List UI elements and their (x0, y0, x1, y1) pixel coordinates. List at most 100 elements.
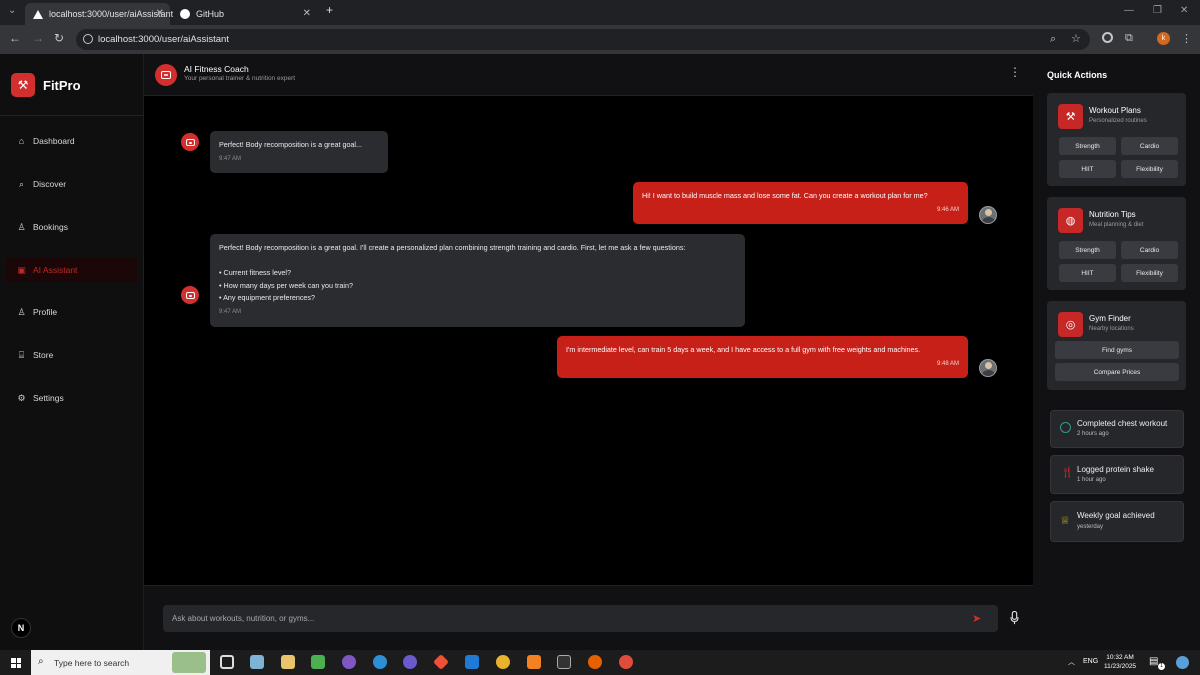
bot-avatar-icon (181, 133, 199, 151)
compare-prices-button[interactable]: Compare Prices (1055, 363, 1179, 381)
activity-item[interactable]: 🍴︎ Logged protein shake 1 hour ago (1050, 455, 1184, 494)
tray-chevron-icon[interactable]: ︿ (1068, 657, 1075, 667)
send-icon[interactable]: ➤ (972, 612, 981, 625)
tab-localhost[interactable]: localhost:3000/user/aiAssistant ✕ (25, 3, 173, 25)
windows-start-icon[interactable] (11, 658, 21, 668)
reload-icon[interactable]: ↻ (54, 31, 64, 45)
firefox-icon[interactable] (588, 655, 602, 669)
language-indicator[interactable]: ENG (1083, 658, 1098, 665)
cardio-button[interactable]: Cardio (1121, 137, 1178, 155)
chrome-icon[interactable] (496, 655, 510, 669)
minimize-icon[interactable]: — (1124, 5, 1134, 16)
chat-input[interactable] (163, 605, 998, 632)
tab-search-icon[interactable]: ⌄ (8, 5, 16, 16)
chat-message-user: I'm intermediate level, can train 5 days… (557, 336, 968, 379)
activity-item[interactable]: ♕ Weekly goal achieved yesterday (1050, 501, 1184, 542)
user-avatar (979, 206, 997, 224)
copilot-icon[interactable] (1176, 656, 1189, 669)
apple-icon: ◍ (1058, 208, 1083, 233)
sidebar-item-ai-assistant[interactable]: ▣ AI Assistant (6, 258, 137, 282)
message-text: Perfect! Body recomposition is a great g… (219, 140, 363, 149)
chat-message-user: Hi! I want to build muscle mass and lose… (633, 182, 968, 225)
site-info-icon[interactable] (83, 34, 93, 44)
divider (0, 115, 143, 116)
clock-date: 11/23/2025 (1104, 663, 1137, 670)
strength-button[interactable]: Strength (1059, 137, 1116, 155)
sidebar-item-discover[interactable]: ⌕ Discover (6, 172, 137, 196)
forward-icon[interactable]: → (32, 31, 44, 45)
cardio-button[interactable]: Cardio (1121, 241, 1178, 259)
vscode-icon[interactable] (465, 655, 479, 669)
chat-message-bot: Perfect! Body recomposition is a great g… (210, 234, 745, 327)
sidebar-item-bookings[interactable]: ♙ Bookings (6, 215, 137, 239)
close-window-icon[interactable]: ✕ (1180, 5, 1188, 16)
utensils-icon: 🍴︎ (1060, 467, 1074, 479)
hiit-button[interactable]: HIIT (1059, 160, 1116, 178)
microphone-icon[interactable] (1010, 611, 1019, 625)
brand[interactable]: ⚒ FitPro (11, 73, 81, 97)
browser-menu-icon[interactable]: ⋮ (1181, 32, 1192, 45)
nutrition-tips-card: ◍ Nutrition Tips Meal planning & diet St… (1047, 197, 1186, 290)
store-app-icon[interactable] (311, 655, 325, 669)
terminal-icon[interactable] (557, 655, 571, 669)
card-title: Gym Finder (1089, 314, 1131, 323)
search-icon: ⌕ (38, 656, 44, 667)
sidebar-item-label: Settings (33, 393, 64, 403)
clock-time: 10:32 AM (1106, 654, 1134, 661)
address-bar[interactable]: localhost:3000/user/aiAssistant ⌕ ☆ (76, 29, 1090, 50)
flexibility-button[interactable]: Flexibility (1121, 160, 1178, 178)
back-icon[interactable]: ← (9, 31, 21, 45)
strength-button[interactable]: Strength (1059, 241, 1116, 259)
zoom-icon[interactable]: ⌕ (1050, 33, 1056, 46)
restore-icon[interactable]: ❐ (1153, 5, 1162, 16)
file-explorer-icon[interactable] (281, 655, 295, 669)
message-bullet: • Any equipment preferences? (219, 293, 316, 303)
browser-toolbar: ← → ↻ localhost:3000/user/aiAssistant ⌕ … (0, 25, 1200, 54)
close-tab-icon[interactable]: ✕ (156, 8, 164, 19)
gym-finder-card: ◎ Gym Finder Nearby locations Find gyms … (1047, 301, 1186, 390)
tab-github[interactable]: GitHub ✕ (172, 3, 317, 25)
profile-avatar[interactable]: k (1157, 32, 1170, 45)
taskbar-search[interactable]: ⌕ Type here to search (31, 650, 210, 675)
chrome-red-icon[interactable] (619, 655, 633, 669)
flexibility-button[interactable]: Flexibility (1121, 264, 1178, 282)
user-icon: ♙ (17, 306, 26, 317)
extension-circle-icon[interactable] (1102, 32, 1113, 43)
task-view-icon[interactable] (220, 655, 234, 669)
app-icon[interactable] (342, 655, 356, 669)
more-options-icon[interactable]: ⋮ (1009, 66, 1021, 78)
activity-item[interactable]: Completed chest workout 2 hours ago (1050, 410, 1184, 448)
search-highlight-image (172, 652, 206, 673)
message-time: 9:46 AM (936, 206, 959, 213)
close-tab-icon[interactable]: ✕ (303, 8, 311, 19)
card-subtitle: Meal planning & diet (1089, 222, 1144, 228)
sidebar-item-label: AI Assistant (33, 265, 78, 275)
home-icon: ⌂ (18, 136, 25, 146)
sidebar-item-store[interactable]: ⌸ Store (6, 343, 137, 367)
activity-time: 1 hour ago (1077, 477, 1106, 483)
sidebar-item-label: Profile (33, 307, 58, 317)
location-icon: ◎ (1058, 312, 1083, 337)
taskbar-clock[interactable]: 10:32 AM 11/23/2025 (1104, 653, 1136, 671)
hiit-button[interactable]: HIIT (1059, 264, 1116, 282)
sidebar-item-settings[interactable]: ⚙ Settings (6, 386, 137, 410)
sidebar-item-dashboard[interactable]: ⌂ Dashboard (6, 129, 137, 153)
edge-icon[interactable] (373, 655, 387, 669)
notepad-icon[interactable] (250, 655, 264, 669)
bot-avatar-icon (181, 286, 199, 304)
zoom-app-icon[interactable] (403, 655, 417, 669)
xampp-icon[interactable] (527, 655, 541, 669)
brand-name: FitPro (43, 77, 81, 93)
extensions-puzzle-icon[interactable]: ⧉ (1125, 32, 1133, 45)
nextjs-badge[interactable]: N (11, 618, 31, 638)
search-icon: ⌕ (18, 178, 25, 189)
user-avatar (979, 359, 997, 377)
sidebar-item-profile[interactable]: ♙ Profile (6, 300, 137, 324)
find-gyms-button[interactable]: Find gyms (1055, 341, 1179, 359)
activity-time: yesterday (1077, 524, 1104, 530)
new-tab-icon[interactable]: + (326, 3, 333, 17)
bookmark-star-icon[interactable]: ☆ (1071, 32, 1081, 45)
user-icon: ♙ (17, 221, 26, 232)
git-icon[interactable] (433, 654, 449, 670)
